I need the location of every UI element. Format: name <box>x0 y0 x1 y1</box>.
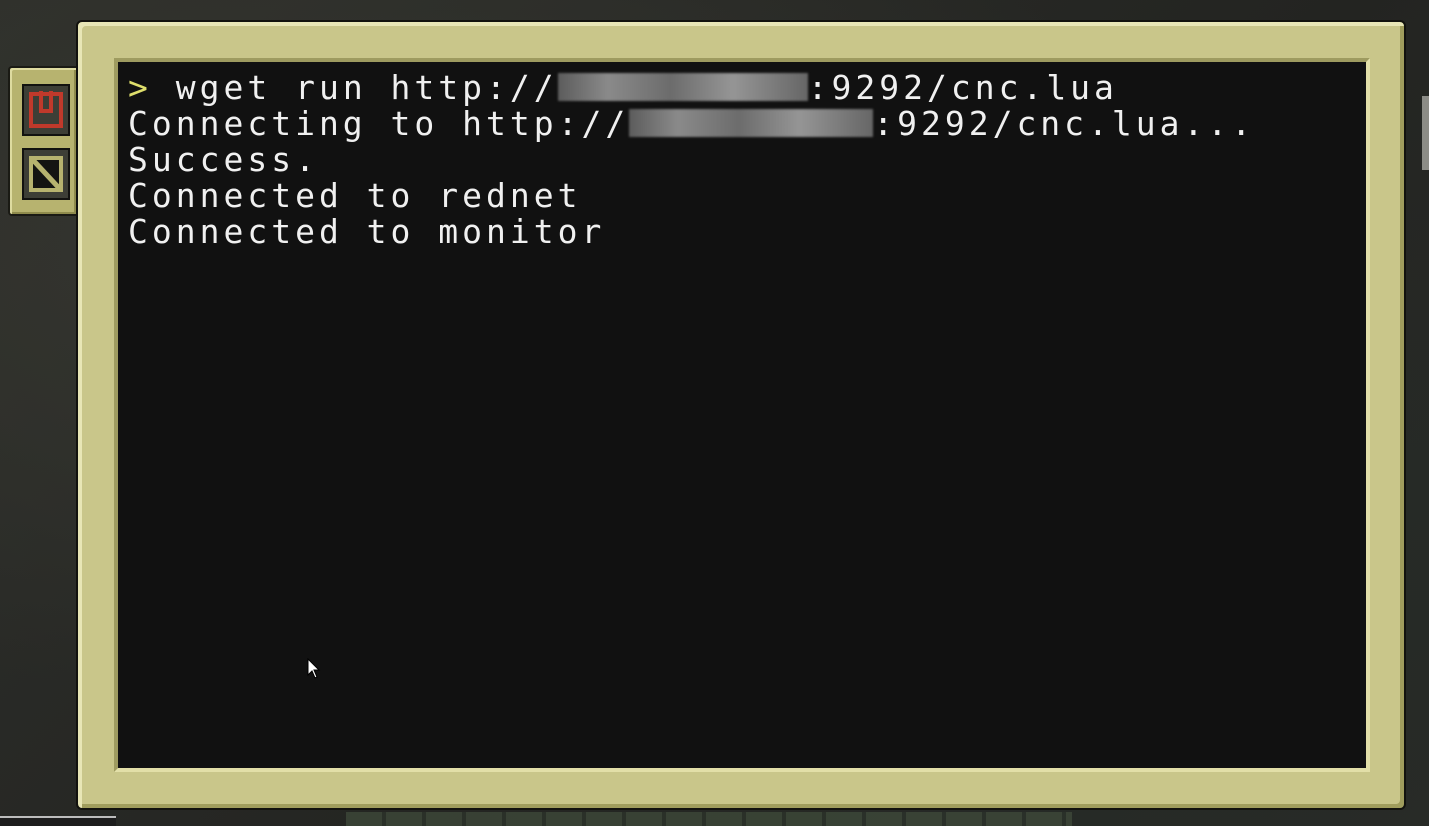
command-text: wget run http:// <box>151 68 558 107</box>
game-scene: > wget run http:// :9292/cnc.lua Connecti… <box>0 0 1429 826</box>
terminal-line-monitor: Connected to monitor <box>128 212 606 251</box>
background-scrollbar <box>1422 96 1429 170</box>
terminate-button[interactable] <box>22 148 70 200</box>
mouse-cursor-icon <box>307 658 321 679</box>
terminal-line-success: Success. <box>128 140 319 179</box>
prompt-symbol: > <box>128 68 152 107</box>
command-url-tail: :9292/cnc.lua <box>807 68 1118 107</box>
redacted-host <box>557 72 808 101</box>
power-button[interactable] <box>22 84 70 136</box>
redacted-host <box>629 108 874 137</box>
computer-side-tabs <box>8 66 76 216</box>
power-icon <box>29 91 63 128</box>
terminal-line-rednet: Connected to rednet <box>128 176 582 215</box>
connecting-text: Connecting to http:// <box>128 104 630 143</box>
terminal-line-command: > wget run http:// :9292/cnc.lua <box>128 70 1356 106</box>
terminal-screen[interactable]: > wget run http:// :9292/cnc.lua Connecti… <box>114 58 1370 772</box>
background-shelf <box>0 816 116 826</box>
terminal-output: > wget run http:// :9292/cnc.lua Connecti… <box>128 70 1356 760</box>
terminal-line-connecting: Connecting to http:// :9292/cnc.lua... <box>128 106 1356 142</box>
terminate-icon <box>29 156 63 192</box>
connecting-url-tail: :9292/cnc.lua... <box>873 104 1256 143</box>
hotbar-hint <box>346 812 1072 826</box>
